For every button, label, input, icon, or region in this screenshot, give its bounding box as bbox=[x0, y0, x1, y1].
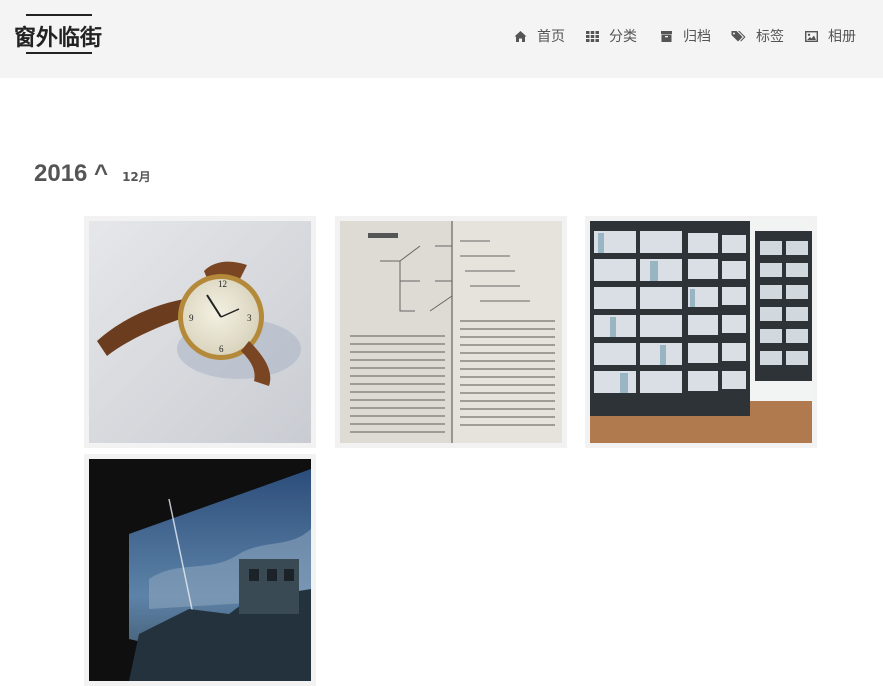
nav-item-home[interactable]: 首页 bbox=[514, 26, 565, 46]
site-header: 窗外临街 首页 分类 归档 标签 相册 bbox=[0, 0, 883, 78]
nav-label-tags: 标签 bbox=[756, 29, 784, 45]
archive-icon bbox=[660, 30, 673, 43]
nav-label-archive: 归档 bbox=[683, 29, 711, 45]
photo-thumbnail[interactable] bbox=[585, 216, 817, 448]
photo-thumbnail[interactable] bbox=[84, 454, 316, 686]
grid-icon bbox=[586, 30, 599, 43]
home-icon bbox=[514, 30, 527, 43]
photo-thumbnail[interactable]: 12 3 6 9 bbox=[84, 216, 316, 448]
nav-item-album[interactable]: 相册 bbox=[805, 26, 856, 46]
year-toggle[interactable]: 2016 ^ bbox=[34, 160, 108, 188]
site-logo[interactable]: 窗外临街 bbox=[14, 14, 104, 56]
site-title[interactable]: 窗外临街 bbox=[14, 20, 104, 52]
svg-text:12: 12 bbox=[218, 279, 227, 289]
svg-text:3: 3 bbox=[247, 313, 252, 323]
logo-bottom-rule bbox=[26, 52, 92, 54]
nav-label-home: 首页 bbox=[537, 29, 565, 45]
nav-label-album: 相册 bbox=[828, 29, 856, 45]
month-label: 12月 bbox=[122, 170, 151, 184]
nav-item-categories[interactable]: 分类 bbox=[586, 26, 637, 46]
svg-text:6: 6 bbox=[219, 344, 224, 354]
svg-text:9: 9 bbox=[189, 313, 194, 323]
photo-thumbnail[interactable] bbox=[335, 216, 567, 448]
archive-heading: 2016 ^ 12月 bbox=[34, 160, 151, 190]
tags-icon bbox=[731, 30, 746, 43]
logo-top-rule bbox=[26, 14, 92, 16]
movie-screen-photo bbox=[89, 459, 311, 681]
nav-label-categories: 分类 bbox=[609, 29, 637, 45]
nav-item-tags[interactable]: 标签 bbox=[731, 26, 784, 46]
library-photo bbox=[590, 221, 812, 443]
nav-item-archive[interactable]: 归档 bbox=[660, 26, 711, 46]
watch-photo: 12 3 6 9 bbox=[89, 221, 311, 443]
book-photo bbox=[340, 221, 562, 443]
picture-icon bbox=[805, 30, 818, 43]
